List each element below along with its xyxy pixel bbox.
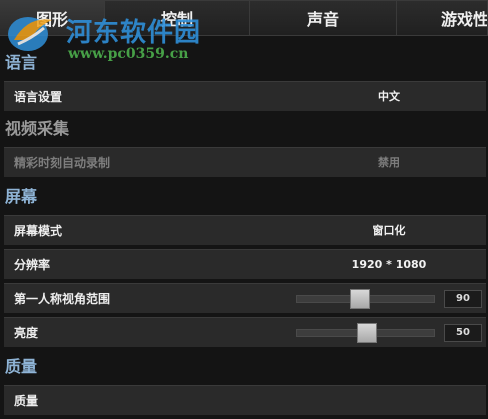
quality-label: 质量 [14,394,39,408]
fov-value-box[interactable]: 90 [444,290,482,308]
watermark-logo-icon [8,17,52,51]
tab-gameplay[interactable]: 游戏性 [397,0,488,36]
highlight-record-value: 禁用 [378,156,400,169]
quality-row[interactable]: 质量 [4,385,486,415]
language-setting-value[interactable]: 中文 [304,82,474,112]
brightness-row: 亮度 50 [4,317,486,347]
resolution-label: 分辨率 [14,258,51,272]
brightness-slider[interactable] [296,323,435,343]
fov-row: 第一人称视角范围 90 [4,283,486,313]
screen-mode-row[interactable]: 屏幕模式 窗口化 [4,215,486,245]
brightness-value-box[interactable]: 50 [444,324,482,342]
tab-sound[interactable]: 声音 [250,0,397,36]
resolution-row[interactable]: 分辨率 1920 * 1080 [4,249,486,279]
screen-mode-label: 屏幕模式 [14,224,63,238]
language-setting-label: 语言设置 [14,90,63,104]
resolution-value[interactable]: 1920 * 1080 [304,250,474,280]
language-setting-row[interactable]: 语言设置 中文 [4,81,486,111]
screen-mode-value[interactable]: 窗口化 [304,216,474,246]
section-video-capture-header: 视频采集 [5,119,70,138]
fov-label: 第一人称视角范围 [14,292,111,306]
section-screen-header: 屏幕 [5,187,38,206]
section-quality-header: 质量 [5,357,38,376]
fov-slider[interactable] [296,289,435,309]
watermark-url: www.pc0359.cn [68,46,189,62]
brightness-slider-thumb[interactable] [356,323,377,343]
fov-slider-thumb[interactable] [350,289,371,309]
highlight-record-label: 精彩时刻自动录制 [14,156,111,170]
brightness-label: 亮度 [14,326,39,340]
highlight-record-row: 精彩时刻自动录制 禁用 [4,147,486,177]
watermark-title: 河东软件园 [66,18,202,48]
